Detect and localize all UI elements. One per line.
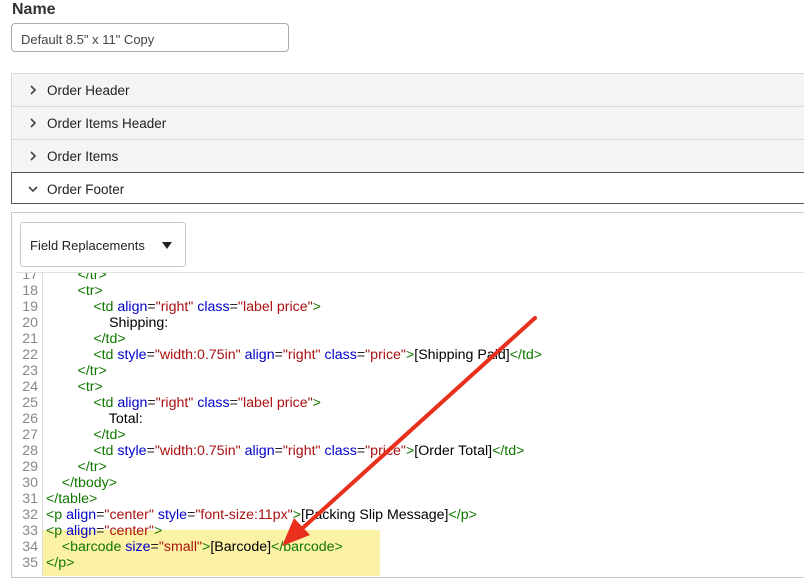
arrow-head: [282, 518, 310, 546]
arrow-shaft: [293, 316, 537, 537]
annotation-arrow: [282, 316, 537, 546]
